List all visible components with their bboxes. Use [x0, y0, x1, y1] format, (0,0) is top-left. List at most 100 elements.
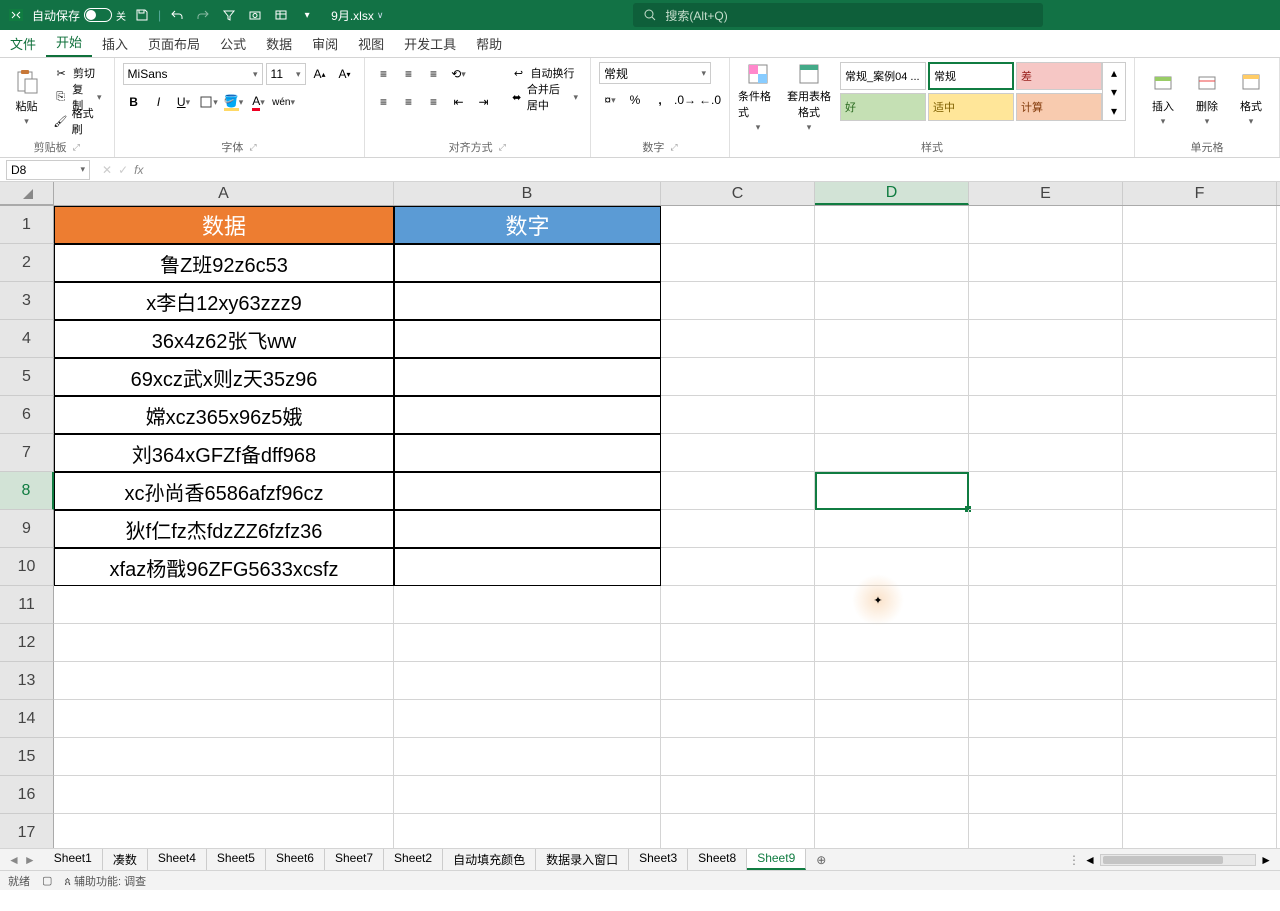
bold-icon[interactable]: B	[123, 91, 145, 113]
cell-B10[interactable]	[394, 548, 661, 586]
cell-E4[interactable]	[969, 320, 1123, 358]
decrease-decimal-icon[interactable]: ←.0	[699, 89, 721, 111]
style-item[interactable]: 差	[1016, 62, 1102, 90]
style-item[interactable]: 好	[840, 93, 926, 121]
insert-cells-button[interactable]: 插入▾	[1143, 62, 1183, 132]
align-bottom-icon[interactable]: ≡	[423, 63, 445, 85]
row-header[interactable]: 15	[0, 738, 54, 776]
sheet-tab[interactable]: Sheet2	[384, 849, 443, 870]
fx-icon[interactable]: fx	[134, 163, 143, 177]
currency-icon[interactable]: ¤▾	[599, 89, 621, 111]
table-format-button[interactable]: 套用表格格式▾	[782, 62, 836, 132]
tab-review[interactable]: 审阅	[302, 30, 348, 57]
align-middle-icon[interactable]: ≡	[398, 63, 420, 85]
font-color-icon[interactable]: A▾	[248, 91, 270, 113]
horizontal-scrollbar[interactable]: ⋮ ◄ ►	[1060, 853, 1280, 867]
undo-icon[interactable]	[167, 5, 187, 25]
row-header[interactable]: 9	[0, 510, 54, 548]
cell-C6[interactable]	[661, 396, 815, 434]
select-all-corner[interactable]	[0, 182, 54, 205]
cell-F13[interactable]	[1123, 662, 1277, 700]
cell-F10[interactable]	[1123, 548, 1277, 586]
cell-E5[interactable]	[969, 358, 1123, 396]
cell-C2[interactable]	[661, 244, 815, 282]
cell-C17[interactable]	[661, 814, 815, 848]
cell-B2[interactable]	[394, 244, 661, 282]
align-right-icon[interactable]: ≡	[423, 91, 445, 113]
cell-F7[interactable]	[1123, 434, 1277, 472]
cell-C15[interactable]	[661, 738, 815, 776]
cell-D13[interactable]	[815, 662, 969, 700]
align-top-icon[interactable]: ≡	[373, 63, 395, 85]
gallery-up-icon[interactable]: ▴	[1103, 63, 1125, 82]
cell-B6[interactable]	[394, 396, 661, 434]
cell-B11[interactable]	[394, 586, 661, 624]
cell-E11[interactable]	[969, 586, 1123, 624]
row-header[interactable]: 14	[0, 700, 54, 738]
cell-D10[interactable]	[815, 548, 969, 586]
enter-icon[interactable]: ✓	[118, 163, 128, 177]
cell-B14[interactable]	[394, 700, 661, 738]
decrease-font-icon[interactable]: A▾	[334, 63, 356, 85]
qat-customize-icon[interactable]: ▾	[297, 5, 317, 25]
cell-C12[interactable]	[661, 624, 815, 662]
sheet-next-icon[interactable]: ►	[24, 853, 36, 867]
cell-B13[interactable]	[394, 662, 661, 700]
col-header-F[interactable]: F	[1123, 182, 1277, 205]
worksheet-grid[interactable]: A B C D E F 1数据数字2鲁Z班92z6c533x李白12xy63zz…	[0, 182, 1280, 848]
col-header-D[interactable]: D	[815, 182, 969, 205]
phonetic-icon[interactable]: wén▾	[273, 91, 295, 113]
cell-C7[interactable]	[661, 434, 815, 472]
row-header[interactable]: 4	[0, 320, 54, 358]
cell-E6[interactable]	[969, 396, 1123, 434]
tab-formulas[interactable]: 公式	[210, 30, 256, 57]
cell-D1[interactable]	[815, 206, 969, 244]
cell-C1[interactable]	[661, 206, 815, 244]
style-item[interactable]: 计算	[1016, 93, 1102, 121]
cell-E3[interactable]	[969, 282, 1123, 320]
name-box[interactable]: D8▾	[6, 160, 90, 180]
cell-F3[interactable]	[1123, 282, 1277, 320]
cell-C5[interactable]	[661, 358, 815, 396]
table-icon[interactable]	[271, 5, 291, 25]
sheet-tab[interactable]: Sheet7	[325, 849, 384, 870]
row-header[interactable]: 5	[0, 358, 54, 396]
sheet-tab[interactable]: Sheet4	[148, 849, 207, 870]
italic-icon[interactable]: I	[148, 91, 170, 113]
accessibility-status[interactable]: ጰ 辅助功能: 调查	[64, 873, 146, 889]
tab-layout[interactable]: 页面布局	[138, 30, 210, 57]
cell-A2[interactable]: 鲁Z班92z6c53	[54, 244, 394, 282]
row-header[interactable]: 16	[0, 776, 54, 814]
cell-E15[interactable]	[969, 738, 1123, 776]
cell-F6[interactable]	[1123, 396, 1277, 434]
percent-icon[interactable]: %	[624, 89, 646, 111]
cell-A10[interactable]: xfaz杨戬96ZFG5633xcsfz	[54, 548, 394, 586]
cell-B1[interactable]: 数字	[394, 206, 661, 244]
style-item[interactable]: 适中	[928, 93, 1014, 121]
tab-insert[interactable]: 插入	[92, 30, 138, 57]
cell-F8[interactable]	[1123, 472, 1277, 510]
cell-B9[interactable]	[394, 510, 661, 548]
cell-A3[interactable]: x李白12xy63zzz9	[54, 282, 394, 320]
row-header[interactable]: 17	[0, 814, 54, 848]
cell-D9[interactable]	[815, 510, 969, 548]
cell-E7[interactable]	[969, 434, 1123, 472]
paste-button[interactable]: 粘贴▾	[8, 62, 45, 132]
tab-home[interactable]: 开始	[46, 28, 92, 57]
cancel-icon[interactable]: ✕	[102, 163, 112, 177]
align-center-icon[interactable]: ≡	[398, 91, 420, 113]
cell-E16[interactable]	[969, 776, 1123, 814]
cell-C16[interactable]	[661, 776, 815, 814]
cell-A4[interactable]: 36x4z62张飞ww	[54, 320, 394, 358]
sheet-tab[interactable]: Sheet1	[44, 849, 103, 870]
cell-A5[interactable]: 69xcz武x则z天35z96	[54, 358, 394, 396]
cell-B15[interactable]	[394, 738, 661, 776]
cell-D8[interactable]	[815, 472, 969, 510]
cell-C3[interactable]	[661, 282, 815, 320]
tab-help[interactable]: 帮助	[466, 30, 512, 57]
borders-icon[interactable]: ▾	[198, 91, 220, 113]
cell-A1[interactable]: 数据	[54, 206, 394, 244]
row-header[interactable]: 3	[0, 282, 54, 320]
cell-F4[interactable]	[1123, 320, 1277, 358]
cell-B5[interactable]	[394, 358, 661, 396]
